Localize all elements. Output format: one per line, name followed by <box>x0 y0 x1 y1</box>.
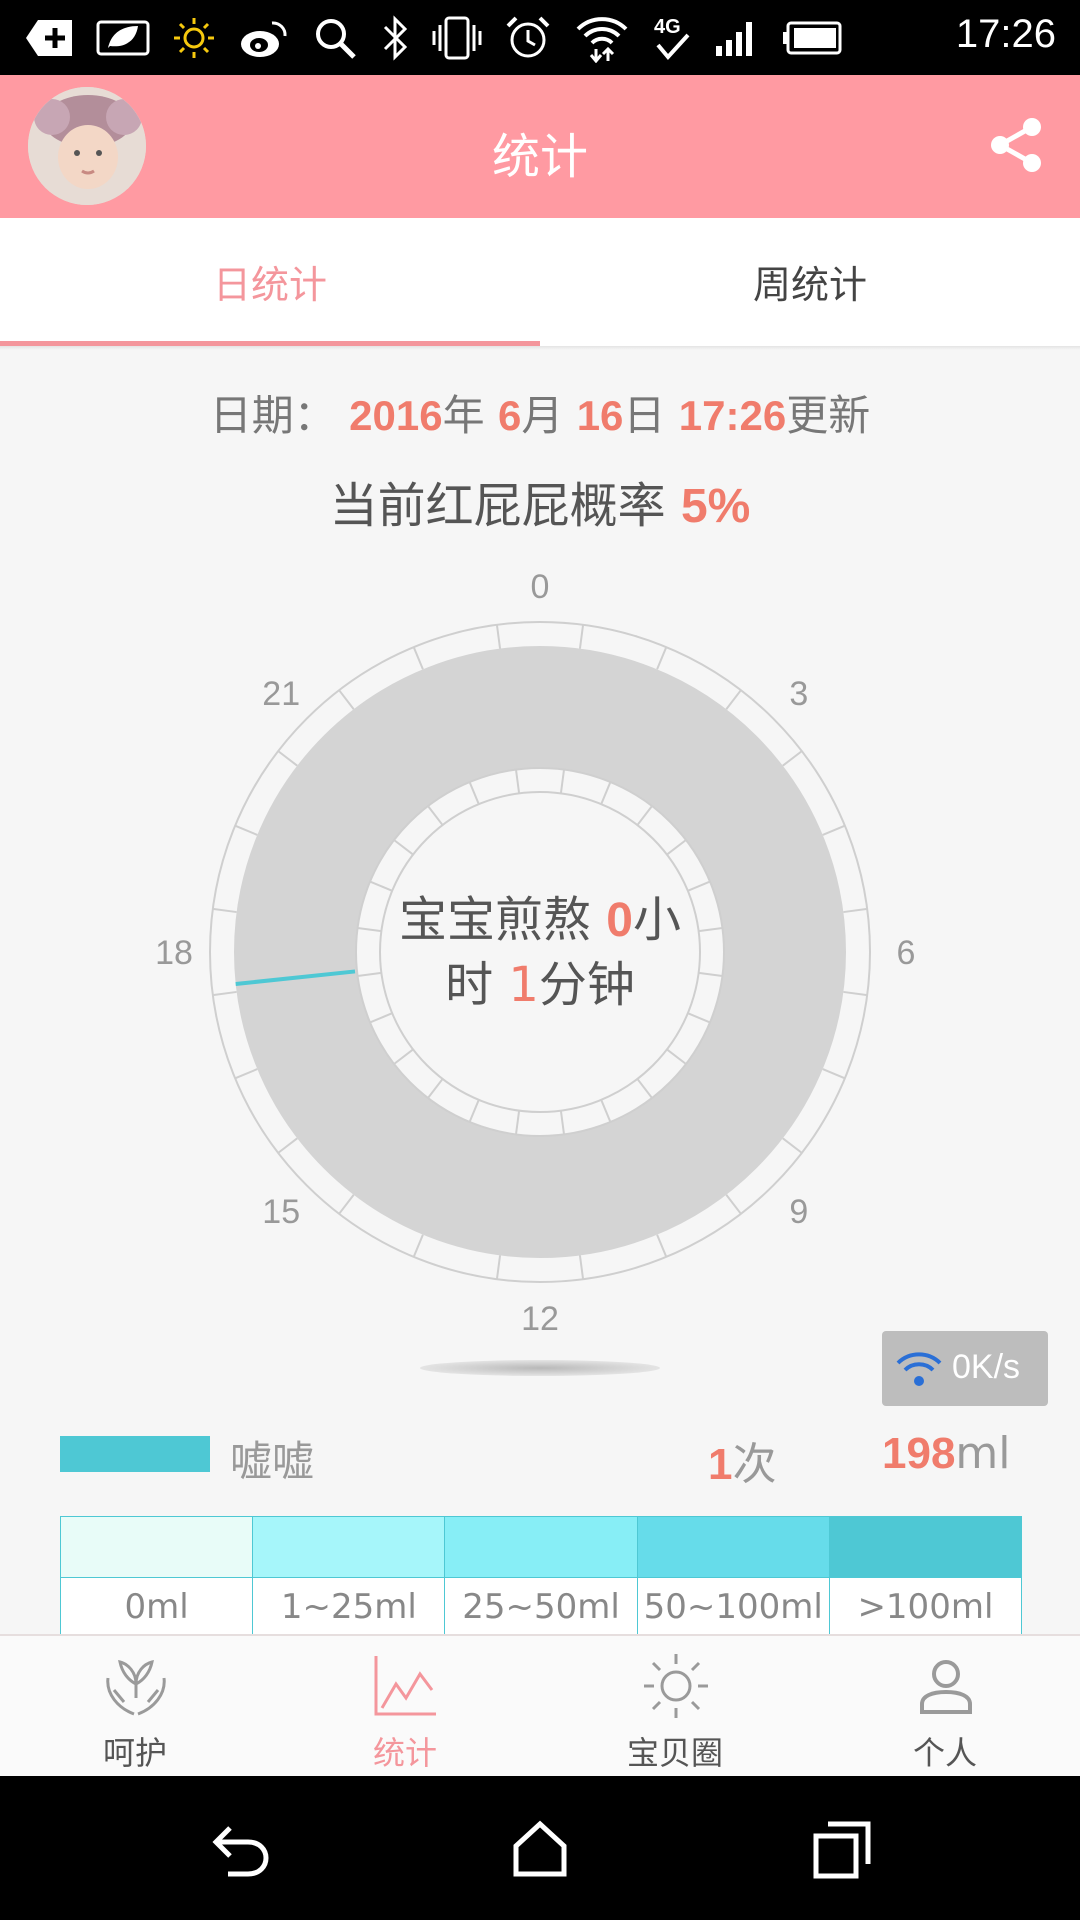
dial-tick <box>495 624 502 649</box>
dial-tick <box>822 824 846 836</box>
scale-color <box>637 1517 829 1578</box>
nav-label-stats: 统计 <box>372 1734 437 1772</box>
wet-minutes: 1 <box>508 957 539 1013</box>
dial-tick <box>578 624 585 649</box>
chart-icon <box>374 1656 436 1716</box>
bottom-nav: 呵护 统计 宝贝圈 个人 <box>0 1634 1080 1778</box>
scale-cell: 50~100ml <box>637 1517 830 1634</box>
scale-label: 0ml <box>124 1587 189 1627</box>
dial-hour-label: 21 <box>262 675 300 713</box>
dial-tick <box>578 1255 585 1280</box>
sun-icon <box>644 1654 708 1718</box>
scale-color <box>253 1517 445 1578</box>
scale-label: 1~25ml <box>280 1587 417 1627</box>
nav-item-baby-circle[interactable]: 宝贝圈 <box>540 1636 810 1778</box>
dial-tick <box>412 646 424 670</box>
system-nav-bar <box>0 1776 1080 1920</box>
dial-tick <box>656 1234 668 1258</box>
pee-color-swatch <box>60 1436 210 1472</box>
dial-tick <box>277 1137 298 1154</box>
pee-volume-value: 198 <box>882 1429 956 1478</box>
person-icon <box>920 1660 972 1714</box>
scale-cell: >100ml <box>829 1517 1022 1634</box>
nav-item-care[interactable]: 呵护 <box>0 1636 270 1778</box>
nav-label-profile: 个人 <box>912 1734 977 1772</box>
pee-count: 1次 <box>708 1428 776 1492</box>
dial-tick <box>412 1234 424 1258</box>
minutes-unit: 分钟 <box>538 957 635 1013</box>
dial-tick <box>725 689 742 710</box>
back-icon[interactable] <box>210 1822 270 1878</box>
dial-tick <box>843 990 868 997</box>
daily-clock-dial: 0 3 6 9 12 15 18 21 <box>155 568 916 1338</box>
dial-tick <box>234 824 258 836</box>
dial-tick <box>822 1068 846 1080</box>
dial-tick <box>338 689 355 710</box>
network-speed-badge: 0K/s <box>882 1331 1048 1406</box>
scale-label: >100ml <box>857 1587 994 1627</box>
dial-hour-label: 18 <box>155 934 193 972</box>
dial-hour-label: 6 <box>897 934 916 972</box>
dial-tick <box>725 1194 742 1215</box>
pee-label: 嘘嘘 <box>230 1437 315 1486</box>
scale-cell: 25~50ml <box>445 1517 638 1634</box>
dial-tick <box>782 1137 803 1154</box>
dial-hour-label: 9 <box>789 1193 808 1231</box>
wet-hours: 0 <box>606 894 633 947</box>
network-speed: 0K/s <box>952 1348 1021 1386</box>
dial-tick <box>212 990 237 997</box>
dial-hour-label: 0 <box>531 568 550 606</box>
home-icon[interactable] <box>510 1818 570 1878</box>
care-hands-icon <box>106 1659 166 1716</box>
pee-volume: 198ml <box>882 1428 1011 1479</box>
scale-label: 25~50ml <box>462 1587 620 1627</box>
dial-center-text: 宝宝煎熬 0小时 1分钟 <box>380 888 700 1017</box>
dial-tick <box>212 907 237 914</box>
scale-label: 50~100ml <box>643 1587 823 1627</box>
pee-count-value: 1 <box>708 1440 733 1489</box>
nav-label-care: 呵护 <box>102 1734 167 1772</box>
dial-tick <box>495 1255 502 1280</box>
scale-cell: 1~25ml <box>253 1517 446 1634</box>
scale-color <box>61 1517 253 1578</box>
dial-tick <box>234 1068 258 1080</box>
scale-color <box>445 1517 637 1578</box>
dial-hour-label: 3 <box>789 675 808 713</box>
pee-count-unit: 次 <box>732 1439 777 1490</box>
nav-item-profile[interactable]: 个人 <box>810 1636 1080 1778</box>
dial-tick <box>782 750 803 767</box>
pee-volume-unit: ml <box>955 1428 1011 1479</box>
center-prefix: 宝宝煎熬 <box>399 892 592 948</box>
dial-hour-label: 15 <box>262 1193 300 1231</box>
dial-tick <box>277 750 298 767</box>
dial-tick <box>656 646 668 670</box>
scale-cell: 0ml <box>61 1517 254 1634</box>
center-line2-prefix: 时 <box>445 957 494 1013</box>
dial-hour-label: 12 <box>521 1300 559 1338</box>
hours-unit: 小 <box>632 892 681 948</box>
nav-item-stats[interactable]: 统计 <box>270 1636 540 1778</box>
recents-icon[interactable] <box>812 1820 872 1880</box>
dial-shadow <box>420 1360 660 1376</box>
dial-tick <box>843 907 868 914</box>
nav-label-baby-circle: 宝贝圈 <box>626 1734 723 1772</box>
wifi-icon <box>896 1352 942 1386</box>
volume-color-scale: 0ml 1~25ml 25~50ml 50~100ml >100ml <box>60 1516 1022 1635</box>
scale-color <box>829 1517 1022 1578</box>
dial-tick <box>338 1194 355 1215</box>
